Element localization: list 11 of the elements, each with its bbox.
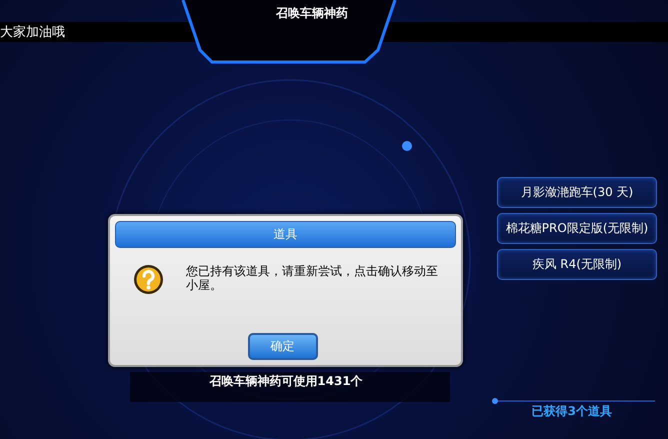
glow-dot <box>402 141 412 151</box>
item-button[interactable]: 棉花糖PRO限定版(无限制) <box>497 213 657 244</box>
obtained-count-text: 已获得3个道具 <box>532 403 612 420</box>
banner-text: 大家加油哦 <box>0 24 65 41</box>
question-icon <box>133 264 164 295</box>
screen-title: 召唤车辆神药 <box>276 5 348 22</box>
item-button[interactable]: 疾风 R4(无限制) <box>497 249 657 280</box>
dialog-message: 您已持有该道具，请重新尝试，点击确认移动至小屋。 <box>186 264 439 294</box>
dialog-title: 道具 <box>115 221 456 248</box>
usage-count-text: 召唤车辆神药可使用1431个 <box>209 374 363 388</box>
item-button[interactable]: 月影潋滟跑车(30 天) <box>497 177 657 208</box>
